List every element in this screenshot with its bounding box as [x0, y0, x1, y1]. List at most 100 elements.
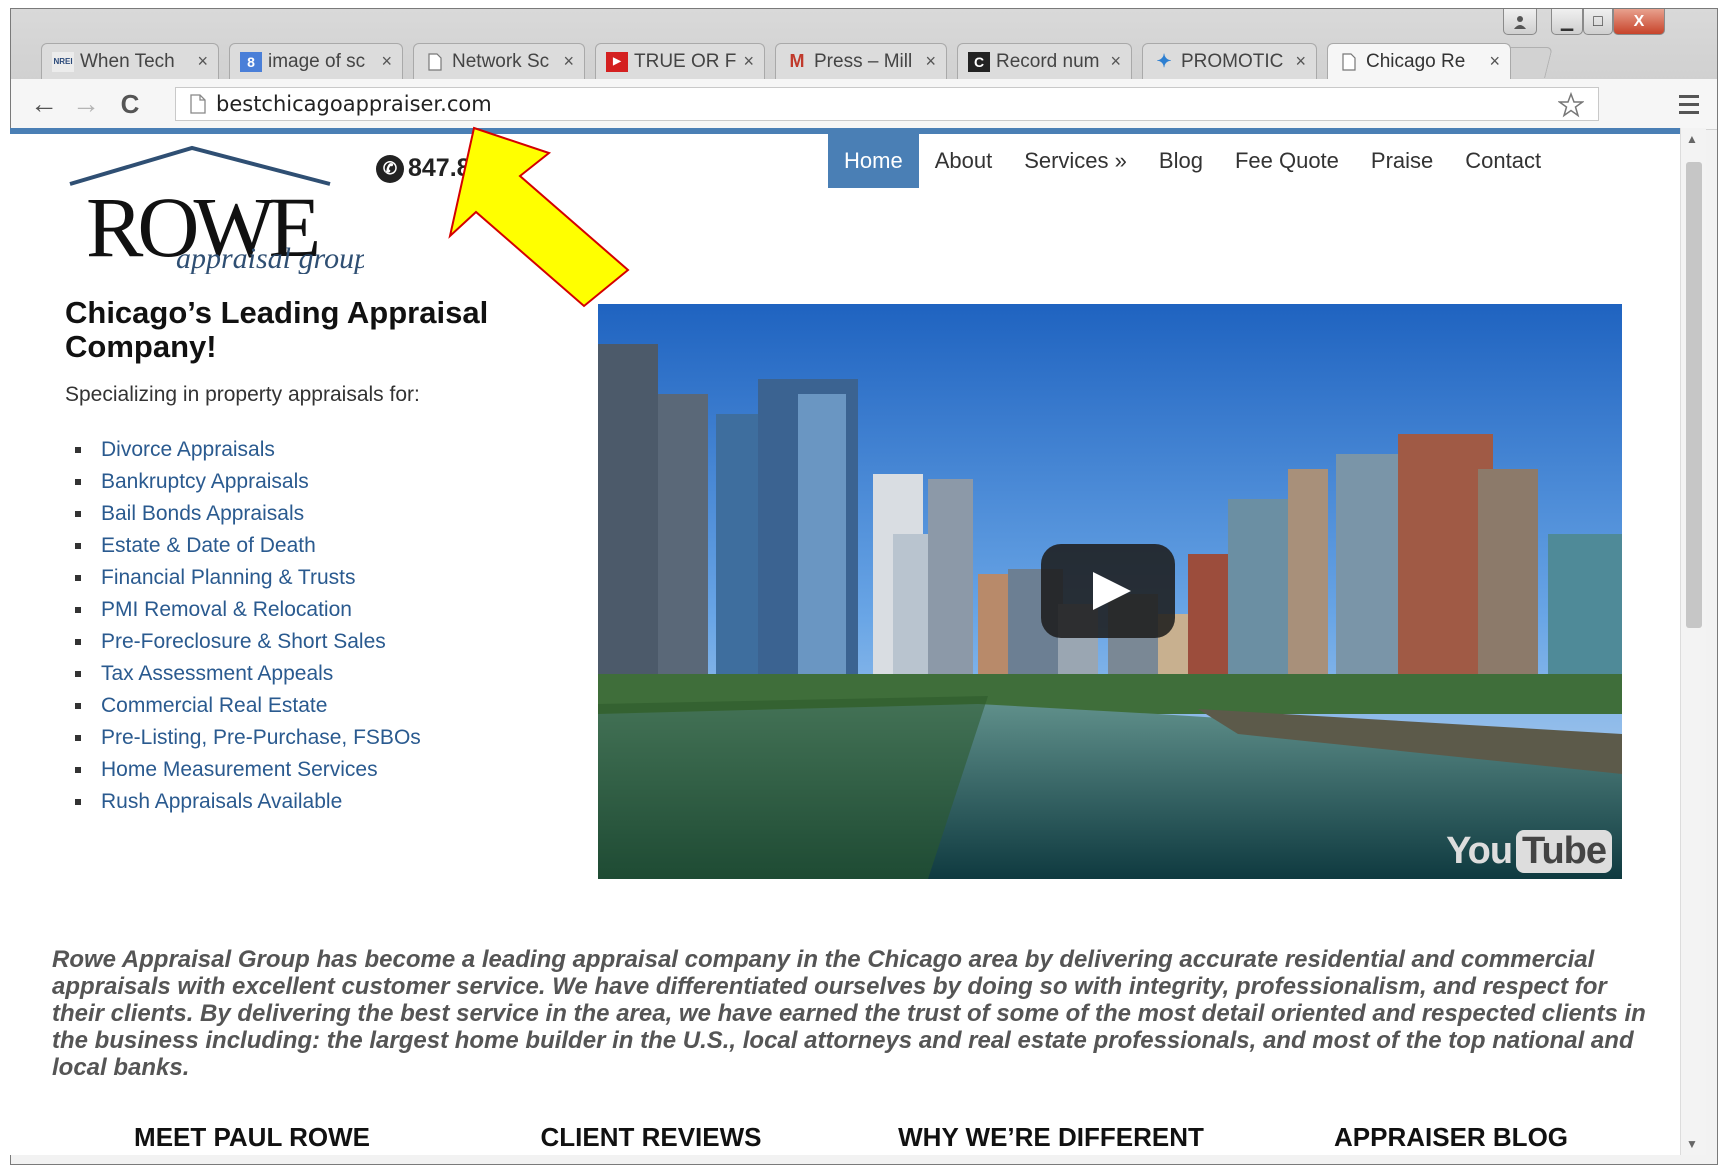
service-list-item[interactable]: Pre-Foreclosure & Short Sales [65, 626, 421, 658]
service-list-item[interactable]: Pre-Listing, Pre-Purchase, FSBOs [65, 722, 421, 754]
section-heading-1[interactable]: CLIENT REVIEWS [540, 1122, 761, 1153]
service-link[interactable]: Commercial Real Estate [101, 694, 327, 718]
service-list-item[interactable]: Estate & Date of Death [65, 530, 421, 562]
scrollbar-thumb[interactable] [1686, 162, 1702, 628]
tab-3[interactable]: ▶ TRUE OR F × [595, 43, 765, 79]
service-list-item[interactable]: Bail Bonds Appraisals [65, 498, 421, 530]
service-link[interactable]: Bail Bonds Appraisals [101, 502, 304, 526]
tab-close-icon[interactable]: × [563, 51, 574, 72]
youtube-logo-you: You [1446, 830, 1513, 872]
page-scrollbar[interactable]: ▲ ▼ [1680, 128, 1706, 1155]
service-link[interactable]: Home Measurement Services [101, 758, 378, 782]
back-button[interactable]: ← [29, 88, 59, 119]
tab-close-icon[interactable]: × [197, 51, 208, 72]
close-window-button[interactable]: X [1613, 9, 1665, 35]
service-list-item[interactable]: Commercial Real Estate [65, 690, 421, 722]
service-link[interactable]: Tax Assessment Appeals [101, 662, 333, 686]
section-heading-0[interactable]: MEET PAUL ROWE [134, 1122, 370, 1153]
service-link[interactable]: PMI Removal & Relocation [101, 598, 352, 622]
nav-item-contact[interactable]: Contact [1449, 134, 1557, 188]
tab-close-icon[interactable]: × [381, 51, 392, 72]
nav-item-services[interactable]: Services » [1008, 134, 1143, 188]
back-arrow-icon: ← [30, 88, 58, 119]
video-play-button[interactable] [1041, 544, 1175, 638]
tab-label: Chicago Re [1366, 50, 1466, 72]
nav-item-fee-quote[interactable]: Fee Quote [1219, 134, 1355, 188]
page-viewport: ROWE appraisal group ✆ 847.8 . 76 Home Ab… [10, 134, 1680, 1155]
tab-label: TRUE OR F [634, 50, 737, 72]
tab-label: PROMOTIC [1181, 50, 1284, 72]
tab-close-icon[interactable]: × [743, 51, 754, 72]
nav-item-praise[interactable]: Praise [1355, 134, 1449, 188]
tab-6[interactable]: ✦ PROMOTIC × [1142, 43, 1317, 79]
nav-item-home[interactable]: Home [828, 134, 919, 188]
user-icon [1514, 15, 1526, 29]
page-icon [1338, 52, 1360, 72]
service-link[interactable]: Financial Planning & Trusts [101, 566, 355, 590]
nav-item-about[interactable]: About [919, 134, 1009, 188]
scroll-up-arrow-icon[interactable]: ▲ [1686, 132, 1698, 146]
service-link[interactable]: Estate & Date of Death [101, 534, 316, 558]
service-list-item[interactable]: Rush Appraisals Available [65, 786, 421, 818]
tab-label: image of sc [268, 50, 366, 72]
rowe-logo[interactable]: ROWE appraisal group [64, 144, 364, 274]
scroll-down-arrow-icon[interactable]: ▼ [1686, 1137, 1698, 1151]
bullet-icon [75, 479, 81, 485]
youtube-favicon-icon: ▶ [606, 51, 628, 72]
tab-close-icon[interactable]: × [1110, 51, 1121, 72]
reload-button[interactable]: C [115, 89, 145, 119]
bookmark-star-icon[interactable] [1558, 92, 1584, 118]
browser-toolbar: ← → C bestchicagoappraiser.com [11, 79, 1717, 130]
tab-0[interactable]: NREI When Tech × [41, 43, 219, 79]
chrome-menu-icon[interactable] [1679, 95, 1699, 119]
page-icon [190, 94, 206, 114]
bullet-icon [75, 543, 81, 549]
bullet-icon [75, 639, 81, 645]
gmail-favicon-icon: M [789, 51, 805, 71]
chicago-tribune-favicon-icon: C [968, 51, 990, 72]
service-list-item[interactable]: PMI Removal & Relocation [65, 594, 421, 626]
minimize-button[interactable]: ▁ [1551, 9, 1583, 35]
bullet-icon [75, 575, 81, 581]
service-link[interactable]: Pre-Foreclosure & Short Sales [101, 630, 386, 654]
google-favicon-icon: 8 [240, 51, 262, 72]
section-heading-2[interactable]: WHY WE’RE DIFFERENT [898, 1122, 1204, 1153]
bullet-icon [75, 511, 81, 517]
forward-button[interactable]: → [71, 88, 101, 119]
service-link[interactable]: Divorce Appraisals [101, 438, 275, 462]
bullet-icon [75, 671, 81, 677]
tab-close-icon[interactable]: × [1489, 51, 1500, 72]
video-player[interactable]: You Tube [598, 304, 1622, 879]
service-list-item[interactable]: Financial Planning & Trusts [65, 562, 421, 594]
tab-close-icon[interactable]: × [1295, 51, 1306, 72]
service-list-item[interactable]: Bankruptcy Appraisals [65, 466, 421, 498]
service-link[interactable]: Pre-Listing, Pre-Purchase, FSBOs [101, 726, 421, 750]
service-list-item[interactable]: Home Measurement Services [65, 754, 421, 786]
bullet-icon [75, 447, 81, 453]
service-link[interactable]: Rush Appraisals Available [101, 790, 342, 814]
profile-button[interactable] [1503, 9, 1537, 35]
address-bar[interactable]: bestchicagoappraiser.com [175, 87, 1599, 121]
tab-4[interactable]: M Press – Mill × [775, 43, 947, 79]
tab-7[interactable]: Chicago Re × [1327, 43, 1511, 79]
service-list-item[interactable]: Divorce Appraisals [65, 434, 421, 466]
maximize-button[interactable]: □ [1583, 9, 1613, 35]
nav-item-blog[interactable]: Blog [1143, 134, 1219, 188]
tab-5[interactable]: C Record num × [957, 43, 1132, 79]
youtube-logo[interactable]: You Tube [1446, 830, 1612, 873]
svg-text:appraisal group: appraisal group [176, 242, 364, 274]
service-link[interactable]: Bankruptcy Appraisals [101, 470, 309, 494]
tab-label: Press – Mill [814, 50, 913, 72]
url-text[interactable]: bestchicagoappraiser.com [216, 92, 492, 116]
service-list-item[interactable]: Tax Assessment Appeals [65, 658, 421, 690]
tab-2[interactable]: Network Sc × [413, 43, 585, 79]
bullet-icon [75, 799, 81, 805]
tab-1[interactable]: 8 image of sc × [229, 43, 403, 79]
bullet-icon [75, 703, 81, 709]
tab-close-icon[interactable]: × [925, 51, 936, 72]
phone-number[interactable]: ✆ 847.8 . 76 [376, 154, 519, 183]
tab-label: Network Sc [452, 50, 550, 72]
section-heading-3[interactable]: APPRAISER BLOG [1334, 1122, 1568, 1153]
tab-label: Record num [996, 50, 1100, 72]
bullet-icon [75, 607, 81, 613]
